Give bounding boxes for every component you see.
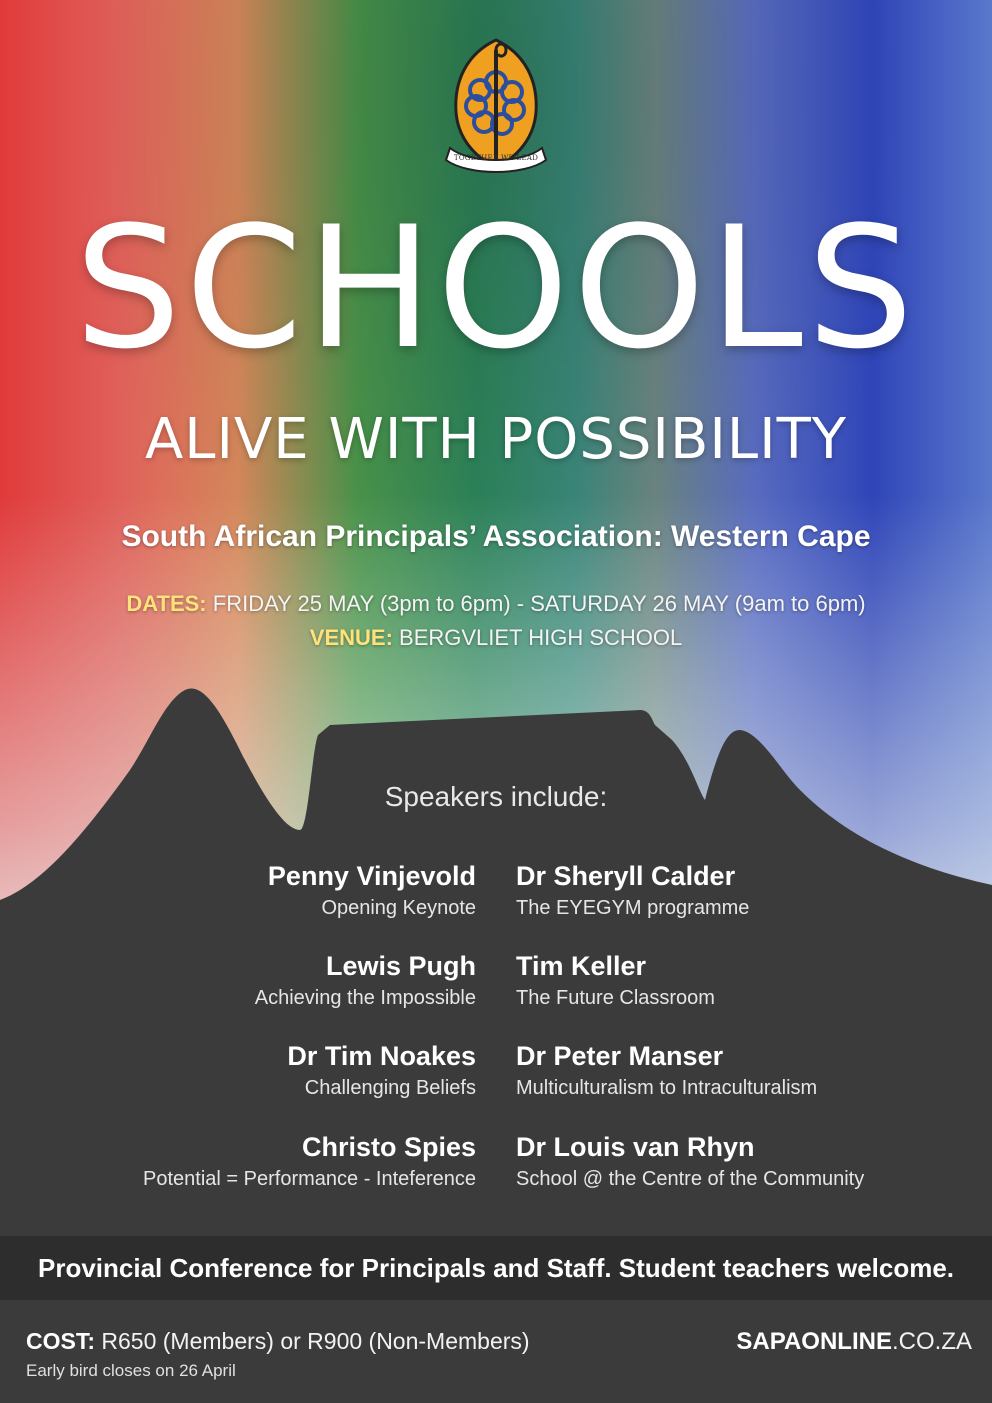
speaker-name: Dr Peter Manser xyxy=(516,1041,724,1071)
cost-value: R650 (Members) or R900 (Non-Members) xyxy=(101,1328,530,1354)
speaker-item: Lewis Pugh Achieving the Impossible xyxy=(36,948,476,1012)
speaker-topic: Challenging Beliefs xyxy=(304,1077,476,1099)
crest-motto: TOGETHER WE LEAD xyxy=(453,154,539,162)
speaker-item: Penny Vinjevold Opening Keynote xyxy=(36,858,476,922)
school-crest: TOGETHER WE LEAD xyxy=(440,36,552,176)
subtitle: ALIVE WITH POSSIBILITY xyxy=(144,407,848,472)
dates-value: FRIDAY 25 MAY (3pm to 6pm) - SATURDAY 26… xyxy=(212,591,866,616)
speaker-topic: Multiculturalism to Intraculturalism xyxy=(516,1077,818,1099)
speaker-topic: Achieving the Impossible xyxy=(254,987,476,1009)
speaker-topic: The Future Classroom xyxy=(516,987,715,1009)
main-title: SCHOOLS xyxy=(74,190,918,386)
speaker-item: Christo Spies Potential = Performance - … xyxy=(36,1129,476,1193)
speaker-name: Dr Tim Noakes xyxy=(287,1041,476,1071)
association-name: South African Principals’ Association: W… xyxy=(121,520,871,553)
event-dates: DATES: FRIDAY 25 MAY (3pm to 6pm) - SATU… xyxy=(0,589,992,619)
venue-value: BERGVLIET HIGH SCHOOL xyxy=(399,625,683,650)
dates-label: DATES: xyxy=(126,591,207,616)
cost-info: COST: R650 (Members) or R900 (Non-Member… xyxy=(26,1328,530,1355)
footer: COST: R650 (Members) or R900 (Non-Member… xyxy=(0,1300,992,1403)
event-venue: VENUE: BERGVLIET HIGH SCHOOL xyxy=(0,623,992,653)
speaker-item: Dr Tim Noakes Challenging Beliefs xyxy=(36,1038,476,1102)
speaker-name: Tim Keller xyxy=(516,951,647,981)
website-link[interactable]: SAPAONLINE.CO.ZA xyxy=(736,1328,972,1356)
speaker-topic: School @ the Centre of the Community xyxy=(516,1168,865,1190)
early-bird-note: Early bird closes on 26 April xyxy=(26,1361,236,1380)
speaker-topic: Opening Keynote xyxy=(321,897,476,919)
banner-text: Provincial Conference for Principals and… xyxy=(37,1253,955,1283)
speaker-item: Dr Peter Manser Multiculturalism to Intr… xyxy=(516,1038,956,1102)
speaker-item: Dr Sheryll Calder The EYEGYM programme xyxy=(516,858,956,922)
speaker-name: Dr Sheryll Calder xyxy=(516,861,736,891)
speaker-item: Tim Keller The Future Classroom xyxy=(516,948,956,1012)
speaker-name: Penny Vinjevold xyxy=(267,861,476,891)
speaker-item: Dr Louis van Rhyn School @ the Centre of… xyxy=(516,1129,956,1193)
speaker-name: Lewis Pugh xyxy=(325,951,476,981)
speaker-topic: The EYEGYM programme xyxy=(516,897,750,919)
poster: TOGETHER WE LEAD SCHOOLS ALIVE WITH POSS… xyxy=(0,0,992,1403)
conference-banner: Provincial Conference for Principals and… xyxy=(0,1236,992,1300)
speakers-heading: Speakers include: xyxy=(384,781,608,812)
speaker-name: Dr Louis van Rhyn xyxy=(516,1132,755,1162)
speaker-name: Christo Spies xyxy=(301,1132,476,1162)
website-domain: SAPAONLINE xyxy=(736,1328,892,1355)
website-tld: .CO.ZA xyxy=(891,1328,972,1355)
venue-label: VENUE: xyxy=(309,625,393,650)
cost-label: COST: xyxy=(26,1328,95,1354)
speaker-topic: Potential = Performance - Inteference xyxy=(143,1168,476,1190)
